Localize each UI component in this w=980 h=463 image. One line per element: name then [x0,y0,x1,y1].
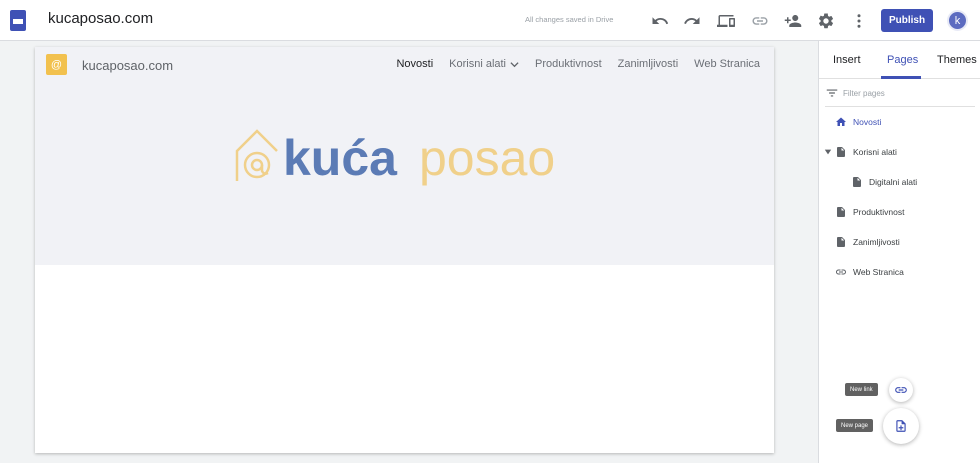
nav-item-novosti[interactable]: Novosti [396,58,433,70]
preview-devices-icon[interactable] [717,12,735,30]
page-label: Novosti [853,117,882,127]
chevron-down-icon [510,61,519,67]
site-canvas[interactable]: @ kucaposao.com Novosti Korisni alati Pr… [35,47,774,453]
tab-themes[interactable]: Themes [937,54,977,66]
logo-text-posao: posao [419,130,555,186]
site-name[interactable]: kucaposao.com [82,58,173,73]
page-icon [837,147,845,157]
page-item-korisni-alati[interactable]: Korisni alati [835,144,897,160]
settings-gear-icon[interactable] [817,12,835,30]
page-label: Produktivnost [853,207,905,217]
nav-label: Produktivnost [535,58,602,70]
nav-label: Novosti [396,58,434,70]
page-item-novosti[interactable]: Novosti [835,114,881,130]
new-page-button[interactable] [883,408,919,444]
new-link-tooltip: New link [845,383,878,396]
nav-label: Web Stranica [694,58,760,70]
top-bar: kucaposao.com All changes saved in Drive… [0,0,980,41]
nav-item-zanimljivosti[interactable]: Zanimljivosti [618,58,679,70]
nav-item-korisni-alati[interactable]: Korisni alati [449,58,519,70]
logo-text-kuca: kuća [283,130,398,186]
kucaposao-logo[interactable]: kuća posao [233,123,578,193]
page-label: Korisni alati [853,147,897,157]
nav-label: Zanimljivosti [617,58,679,70]
house-at-icon [235,129,278,181]
active-tab-indicator [881,76,921,79]
site-logo-icon[interactable]: @ [46,54,67,75]
page-icon [853,177,861,187]
site-title[interactable]: kucaposao.com [48,10,153,27]
new-page-tooltip: New page [836,419,874,432]
share-add-person-icon[interactable] [784,12,802,30]
nav-item-web-stranica[interactable]: Web Stranica [694,58,760,70]
link-icon [836,269,846,275]
filter-icon [826,89,838,97]
page-label: Digitalni alati [869,177,918,187]
nav-label: Korisni alati [449,58,506,70]
new-page-icon [896,420,906,432]
page-item-digitalni-alati[interactable]: Digitalni alati [851,174,917,190]
redo-icon[interactable] [683,12,701,30]
page-label: Web Stranica [853,267,904,277]
filter-underline [825,106,975,107]
link-icon [895,387,907,393]
page-item-zanimljivosti[interactable]: Zanimljivosti [835,234,900,250]
home-icon [836,117,846,126]
tab-pages[interactable]: Pages [887,54,918,66]
save-status: All changes saved in Drive [525,15,614,24]
tab-insert[interactable]: Insert [833,54,861,66]
site-nav: Novosti Korisni alati Produktivnost Zani… [380,58,760,70]
undo-icon[interactable] [651,12,669,30]
page-icon [837,237,845,247]
publish-button[interactable]: Publish [881,9,933,32]
page-icon [837,207,845,217]
nav-item-produktivnost[interactable]: Produktivnost [535,58,602,70]
link-icon[interactable] [751,12,769,30]
panel-tabs: Insert Pages Themes [819,41,980,79]
new-link-button[interactable] [889,378,913,402]
more-vert-icon[interactable] [850,12,868,30]
account-avatar[interactable]: k [947,10,968,31]
page-item-web-stranica[interactable]: Web Stranica [835,264,904,280]
page-label: Zanimljivosti [853,237,900,247]
sites-app-icon[interactable] [10,10,26,31]
right-panel: Insert Pages Themes Novosti Korisni alat… [818,41,980,463]
filter-pages-input[interactable] [843,85,973,101]
page-item-produktivnost[interactable]: Produktivnost [835,204,905,220]
expand-arrow-icon[interactable] [824,148,832,156]
header-section[interactable]: @ kucaposao.com Novosti Korisni alati Pr… [35,47,774,265]
